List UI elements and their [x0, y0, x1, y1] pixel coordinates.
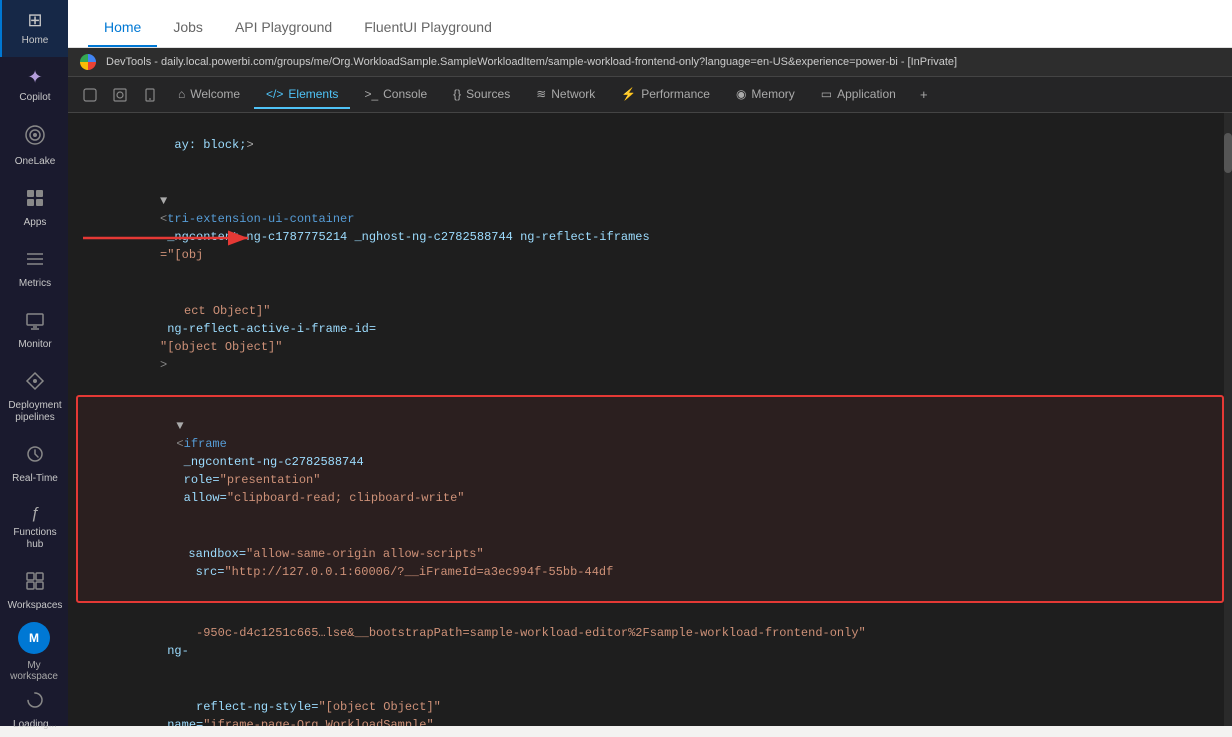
- sidebar-item-onelake[interactable]: OneLake: [0, 114, 68, 178]
- sidebar-item-apps[interactable]: Apps: [0, 178, 68, 239]
- code-line-4: ▼ <iframe _ngcontent-ng-c2782588744 role…: [78, 398, 1222, 526]
- devtools-scrollbar[interactable]: [1224, 113, 1232, 726]
- devtools-panel: DevTools - daily.local.powerbi.com/group…: [68, 48, 1232, 726]
- sidebar-item-realtime[interactable]: Real-Time: [0, 434, 68, 495]
- sidebar-item-onelake-label: OneLake: [15, 156, 56, 168]
- metrics-icon: [25, 249, 45, 274]
- devtools-device-btn[interactable]: [136, 81, 164, 109]
- home-icon: ⊞: [27, 10, 42, 31]
- sidebar-item-home-label: Home: [22, 35, 49, 47]
- sidebar-item-copilot-label: Copilot: [19, 92, 50, 104]
- code-line-6: -950c-d4c1251c665…lse&__bootstrapPath=sa…: [68, 605, 1232, 679]
- network-icon: ≋: [536, 87, 546, 101]
- devtools-tabs: ⌂ Welcome </> Elements >_ Console {} Sou…: [68, 77, 1232, 113]
- sidebar-item-workspaces-label: Workspaces: [8, 600, 63, 612]
- elements-icon: </>: [266, 87, 283, 101]
- loading-icon: [25, 690, 45, 715]
- sidebar-bottom: M My workspace Loading...: [0, 622, 68, 737]
- code-line-7: reflect-ng-style="[object Object]" name=…: [68, 679, 1232, 726]
- devtools-tab-network[interactable]: ≋ Network: [524, 81, 607, 109]
- sidebar-item-functions-label: Functionshub: [13, 527, 56, 551]
- onelake-icon: [24, 124, 46, 152]
- code-line-3: ect Object]" ng-reflect-active-i-frame-i…: [68, 283, 1232, 393]
- devtools-tab-welcome[interactable]: ⌂ Welcome: [166, 81, 252, 109]
- sidebar-item-home[interactable]: ⊞ Home: [0, 0, 68, 57]
- sidebar-item-functions[interactable]: ƒ Functionshub: [0, 495, 68, 561]
- sidebar-item-monitor[interactable]: Monitor: [0, 300, 68, 361]
- realtime-icon: [25, 444, 45, 469]
- welcome-icon: ⌂: [178, 87, 185, 101]
- tab-home[interactable]: Home: [88, 7, 157, 47]
- application-icon: ▭: [821, 87, 832, 101]
- workspaces-icon: [25, 571, 45, 596]
- sources-icon: {}: [453, 87, 461, 101]
- sidebar-item-monitor-label: Monitor: [18, 339, 51, 351]
- devtools-tab-performance[interactable]: ⚡ Performance: [609, 81, 722, 109]
- expand-icon[interactable]: ▼: [160, 194, 167, 208]
- deployment-icon: [25, 371, 45, 396]
- devtools-scrollbar-thumb[interactable]: [1224, 133, 1232, 173]
- copilot-icon: ✦: [27, 67, 42, 88]
- avatar[interactable]: M: [18, 622, 50, 654]
- console-icon: >_: [364, 87, 378, 101]
- sidebar-item-loading: Loading...: [0, 684, 68, 737]
- sidebar-item-copilot[interactable]: ✦ Copilot: [0, 57, 68, 114]
- devtools-tab-sources[interactable]: {} Sources: [441, 81, 522, 109]
- loading-label: Loading...: [13, 719, 57, 731]
- main-area: Home Jobs API Playground FluentUI Playgr…: [68, 0, 1232, 726]
- tab-fluentui-playground[interactable]: FluentUI Playground: [348, 7, 508, 47]
- devtools-titlebar: DevTools - daily.local.powerbi.com/group…: [68, 48, 1232, 77]
- sidebar-item-workspaces[interactable]: Workspaces: [0, 561, 68, 622]
- sidebar: ⊞ Home ✦ Copilot OneLake Apps Metrics Mo…: [0, 0, 68, 726]
- monitor-icon: [25, 310, 45, 335]
- devtools-tab-elements[interactable]: </> Elements: [254, 81, 350, 109]
- performance-icon: ⚡: [621, 87, 636, 101]
- devtools-title: DevTools - daily.local.powerbi.com/group…: [106, 56, 1220, 68]
- sidebar-item-deployment-label: Deploymentpipelines: [8, 400, 61, 424]
- devtools-inspect-btn[interactable]: [106, 81, 134, 109]
- expand-iframe-icon[interactable]: ▼: [176, 419, 183, 433]
- my-workspace-label: My workspace: [0, 658, 68, 684]
- tab-api-playground[interactable]: API Playground: [219, 7, 348, 47]
- devtools-tab-application[interactable]: ▭ Application: [809, 81, 908, 109]
- code-line-5: sandbox="allow-same-origin allow-scripts…: [78, 526, 1222, 600]
- code-line-2: ▼ <tri-extension-ui-container _ngcontent…: [68, 173, 1232, 283]
- devtools-code-body[interactable]: ay: block;> ▼ <tri-extension-ui-containe…: [68, 113, 1232, 726]
- devtools-more-btn[interactable]: +: [910, 81, 938, 109]
- apps-icon: [25, 188, 45, 213]
- top-nav: Home Jobs API Playground FluentUI Playgr…: [68, 0, 1232, 48]
- sidebar-item-apps-label: Apps: [24, 217, 47, 229]
- devtools-tab-console[interactable]: >_ Console: [352, 81, 439, 109]
- plus-more-icon: +: [920, 87, 928, 102]
- page-content: Sample Item Editor New Item Details Sele…: [68, 48, 1232, 726]
- tab-jobs[interactable]: Jobs: [157, 7, 219, 47]
- functions-icon: ƒ: [31, 505, 40, 523]
- memory-icon: ◉: [736, 87, 746, 101]
- devtools-tab-memory[interactable]: ◉ Memory: [724, 81, 807, 109]
- highlighted-iframe-block: ▼ <iframe _ngcontent-ng-c2782588744 role…: [76, 395, 1224, 603]
- sidebar-item-deployment[interactable]: Deploymentpipelines: [0, 361, 68, 434]
- code-line-1: ay: block;>: [68, 117, 1232, 173]
- devtools-back-btn[interactable]: [76, 81, 104, 109]
- sidebar-item-metrics[interactable]: Metrics: [0, 239, 68, 300]
- sidebar-item-metrics-label: Metrics: [19, 278, 51, 290]
- browser-icon: [80, 54, 96, 70]
- sidebar-item-realtime-label: Real-Time: [12, 473, 58, 485]
